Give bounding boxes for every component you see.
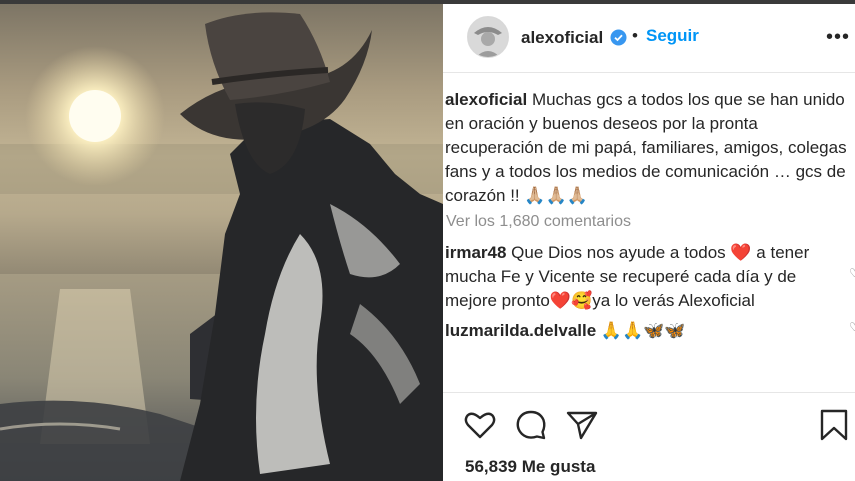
avatar-image-icon [468,17,508,57]
comment-like-icon[interactable]: ♡ [849,266,855,280]
caption-line-4: fans y a todos los medios de comunicació… [445,162,846,181]
caption-line-5: corazón !! 🙏🏼🙏🏼🙏🏼 [445,186,588,205]
header-username[interactable]: alexoficial [521,28,603,48]
comment-text: 🙏🙏🦋🦋 [596,321,686,340]
caption-username[interactable]: alexoficial [445,90,527,109]
comment-text: Que Dios nos ayude a todos ❤️ a tener [506,243,810,262]
comment-like-icon[interactable]: ♡ [849,320,855,334]
post-caption: alexoficial Muchas gcs a todos los que s… [445,88,855,208]
bookmark-icon[interactable] [817,408,851,442]
verified-icon [610,29,627,46]
post-photo-illustration [0,12,443,481]
comment-username[interactable]: irmar48 [445,243,506,262]
post-header: alexoficial • Seguir ••• [443,4,855,73]
follow-button[interactable]: Seguir [646,26,699,46]
caption-line-3: recuperación de mi papá, familiares, ami… [445,138,847,157]
comment-icon[interactable] [514,408,548,442]
heart-icon[interactable] [463,408,497,442]
comment-line-3: mejore pronto❤️🥰ya lo verás Alexoficial [445,291,755,310]
post-photo[interactable] [0,4,443,481]
share-icon[interactable] [565,408,599,442]
comment-username[interactable]: luzmarilda.delvalle [445,321,596,340]
likes-count[interactable]: 56,839 Me gusta [465,457,595,477]
caption-line-1: alexoficial Muchas gcs a todos los que s… [445,88,855,112]
caption-text-1: Muchas gcs a todos los que se han unido [527,90,845,109]
caption-line-2: en oración y buenos deseos por la pronta [445,114,758,133]
divider [443,392,855,393]
comment-item: irmar48 Que Dios nos ayude a todos ❤️ a … [445,241,845,313]
separator-dot: • [632,26,638,45]
view-all-comments-link[interactable]: Ver los 1,680 comentarios [446,213,631,231]
post-details-panel: alexoficial • Seguir ••• alexoficial Muc… [443,4,855,481]
more-options-button[interactable]: ••• [826,26,850,49]
avatar[interactable] [467,16,509,58]
comment-item: luzmarilda.delvalle 🙏🙏🦋🦋 [445,319,686,343]
comment-line-2: mucha Fe y Vicente se recuperé cada día … [445,267,797,286]
comment-line-1: irmar48 Que Dios nos ayude a todos ❤️ a … [445,241,845,265]
